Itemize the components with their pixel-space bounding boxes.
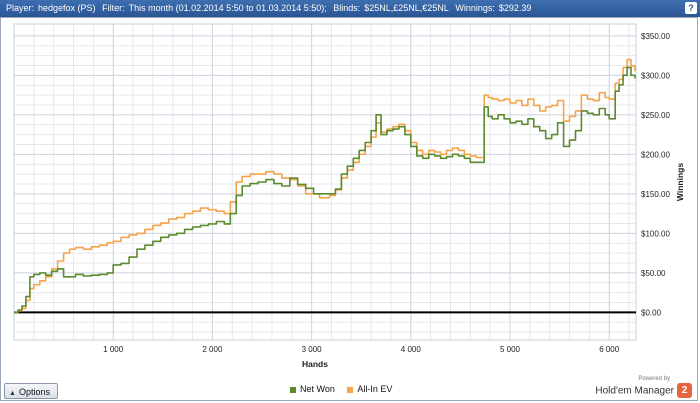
legend-item-all-in-ev[interactable]: All-In EV [347, 384, 392, 394]
x-tick-label: 3 000 [302, 345, 323, 354]
legend-swatch [290, 386, 296, 393]
y-axis-title: Winnings [675, 163, 685, 201]
x-tick-label: 1 000 [103, 345, 124, 354]
y-tick-label: $200.00 [641, 150, 670, 159]
x-tick-label: 6 000 [599, 345, 620, 354]
powered-by-branding: Powered by Hold'em Manager 2 [595, 376, 692, 400]
y-tick-label: $100.00 [641, 229, 670, 238]
x-axis-title: Hands [302, 359, 328, 369]
y-tick-label: $250.00 [641, 111, 670, 120]
x-tick-label: 2 000 [202, 345, 223, 354]
y-tick-label: $300.00 [641, 71, 670, 80]
powered-by-text: Powered by [638, 376, 670, 382]
legend-label: All-In EV [357, 384, 393, 394]
y-tick-label: $350.00 [641, 32, 670, 41]
winnings-chart: 1 000 2 000 3 000 4 000 5 000 6 000 $0.00 $50.0… [13, 23, 685, 369]
options-label: Options [18, 387, 50, 397]
y-tick-label: $50.00 [641, 269, 666, 278]
legend-label: Net Won [300, 384, 335, 394]
legend-swatch [347, 386, 354, 393]
chart-legend: Net Won All-In EV [290, 384, 402, 394]
x-tick-label: 4 000 [401, 345, 422, 354]
y-tick-label: $0.00 [641, 308, 662, 317]
hem-logo-icon: 2 [677, 383, 692, 399]
legend-item-net-won[interactable]: Net Won [290, 384, 335, 394]
options-button[interactable]: ▲ Options [4, 383, 58, 399]
triangle-up-icon: ▲ [9, 390, 16, 397]
y-tick-label: $150.00 [641, 190, 670, 199]
x-tick-label: 5 000 [500, 345, 521, 354]
brand-name: Hold'em Manager [595, 385, 674, 397]
